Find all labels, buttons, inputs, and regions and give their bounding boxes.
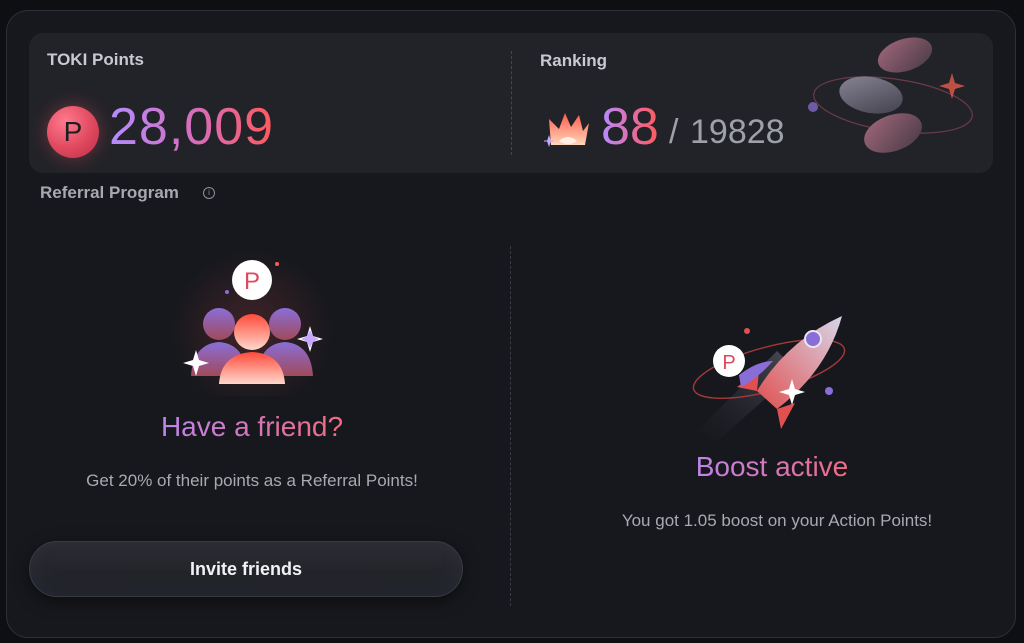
invite-friends-button[interactable]: Invite friends — [29, 541, 463, 597]
friend-heading: Have a friend? — [127, 411, 377, 443]
referral-program-title: Referral Program — [40, 183, 179, 202]
stats-divider — [511, 51, 512, 155]
friends-group-icon: P — [172, 251, 332, 396]
coins-decoration-icon — [808, 37, 973, 153]
stats-panel: TOKI Points P 28,009 Ranking 88 / 19828 — [29, 33, 993, 173]
ranking-slash: / — [669, 113, 679, 151]
friends-coin-letter: P — [244, 268, 260, 295]
toki-points-value: 28,009 — [109, 98, 275, 156]
rocket-icon: P — [692, 316, 846, 441]
dashboard-card: TOKI Points P 28,009 Ranking 88 / 19828 — [6, 10, 1016, 638]
referral-divider — [510, 246, 511, 606]
friend-subtext: Get 20% of their points as a Referral Po… — [86, 471, 418, 490]
boost-heading: Boost active — [657, 451, 887, 483]
rocket-coin-letter: P — [722, 352, 735, 374]
boost-subtext: You got 1.05 boost on your Action Points… — [621, 511, 933, 530]
ranking-total: 19828 — [690, 113, 785, 151]
p-coin-icon: P — [47, 106, 99, 158]
toki-points-label: TOKI Points — [47, 50, 144, 69]
ranking-label: Ranking — [540, 51, 608, 70]
crown-icon — [544, 113, 589, 147]
ranking-value: 88 — [601, 98, 659, 156]
info-icon[interactable]: i — [203, 187, 215, 199]
